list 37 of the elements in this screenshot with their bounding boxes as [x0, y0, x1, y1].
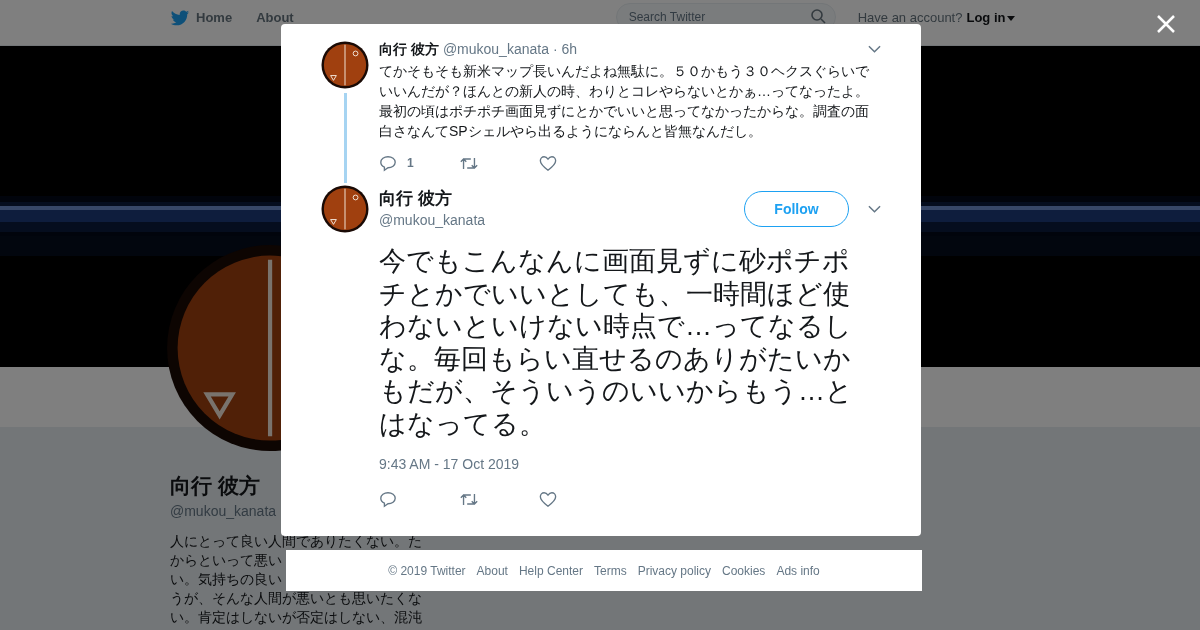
bird-icon — [170, 9, 190, 27]
bio-line: からといって悪い — [170, 551, 282, 570]
footer-link[interactable]: Terms — [594, 561, 627, 580]
heart-icon[interactable] — [539, 154, 557, 172]
tweet-text: 今でもこんなんに画面見ずに砂ポチポチとかでいいとしても、一時間ほど使わないといけない時点で…ってなるしな。毎回もらい直せるのありがたいかもだが、そういうのいいからもう…とはなってる。 — [379, 245, 854, 440]
footer-link[interactable]: Help Center — [518, 561, 583, 580]
tweet-text: てかそもそも新米マップ長いんだよね無駄に。５０かもう３０ヘクスぐらいでいいんだが？ほんとの新人の時、わりとコレやらないとかぁ…ってなったよ。最初の頃はポチポチ画面見ずにとかでいいと思ってなかったからな。調査の面白さなんてSPシェルやら出るようにならんと皆無なんだし。 — [379, 62, 870, 141]
login-button[interactable]: Log in — [966, 5, 1016, 31]
author-name: 向行 彼方 — [379, 188, 453, 210]
heart-icon[interactable] — [539, 490, 557, 508]
chevron-icon[interactable] — [868, 205, 881, 213]
profile-name: 向行 彼方 — [170, 473, 261, 499]
chevron-icon[interactable] — [868, 45, 881, 53]
profile-handle: @mukou_kanata — [170, 502, 278, 521]
tweet-time: · 6h — [552, 41, 578, 57]
caret-icon — [1007, 15, 1016, 21]
bio-line: い。気持ちの良い — [170, 570, 282, 589]
search-icon — [810, 9, 826, 24]
copyright-text: © 2019 Twitter — [388, 562, 466, 580]
avatar — [321, 41, 369, 89]
author-name: 向行 彼方 — [379, 41, 439, 57]
reply-icon[interactable] — [379, 490, 397, 508]
nav-link[interactable]: Home — [170, 5, 233, 31]
account-prompt: Have an account? — [857, 9, 963, 27]
avatar — [321, 185, 369, 233]
author-handle: @mukou_kanata — [379, 211, 486, 230]
bio-line: い。肯定はしないが否定はしない、混沌 — [170, 608, 422, 627]
tweet-timestamp: 9:43 AM - 17 Oct 2019 — [379, 455, 521, 474]
footer-link[interactable]: About — [476, 561, 508, 580]
footer-link[interactable]: Cookies — [722, 561, 766, 580]
footer-link[interactable]: Privacy policy — [637, 561, 711, 580]
reply-icon[interactable] — [379, 154, 397, 172]
footer-link[interactable]: Ads info — [776, 561, 820, 580]
reply-count: 1 — [407, 155, 414, 172]
author-handle: @mukou_kanata — [442, 41, 549, 57]
bio-line: うが、そんな人間が悪いとも思いたくな — [170, 589, 422, 608]
nav-link[interactable]: About — [256, 5, 294, 31]
